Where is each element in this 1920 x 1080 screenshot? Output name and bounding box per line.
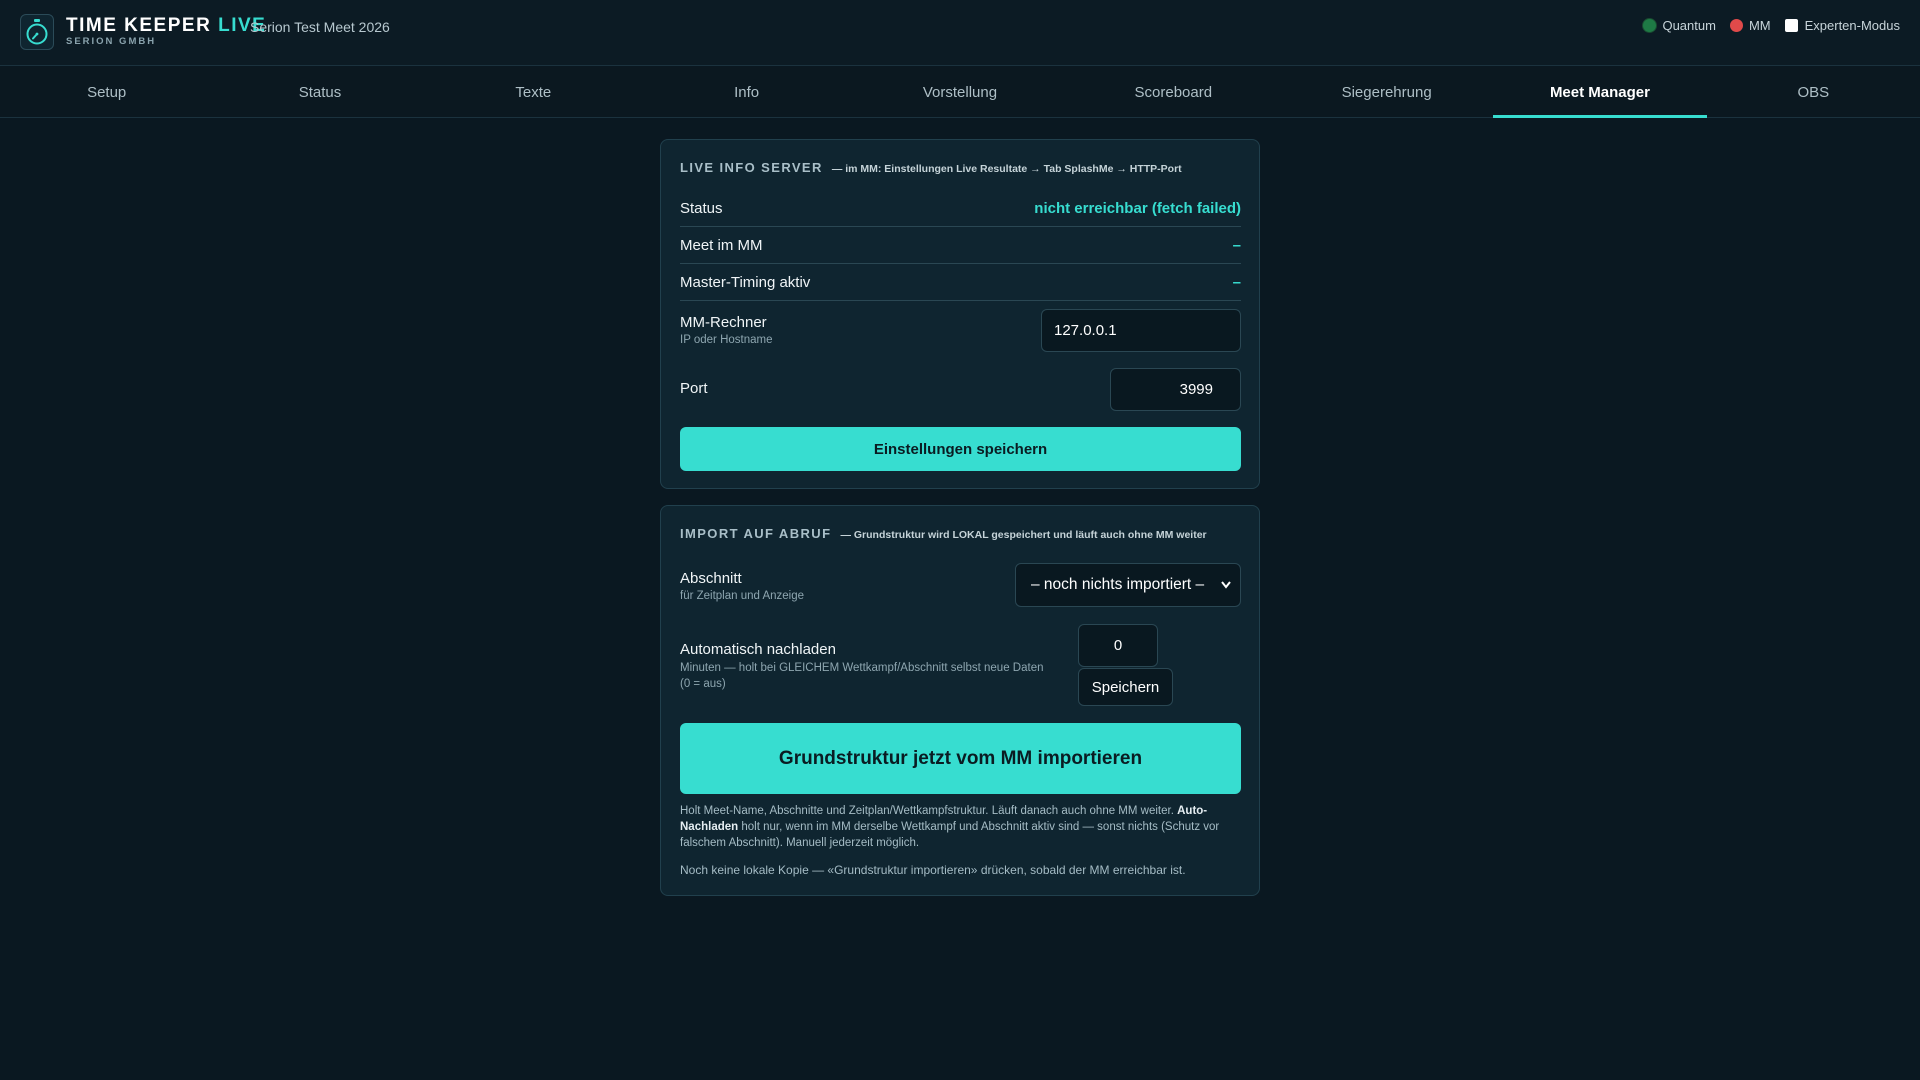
import-heading: IMPORT AUF ABRUF — [680, 526, 832, 541]
section-sublabel: für Zeitplan und Anzeige — [680, 590, 805, 602]
auto-reload-save-button[interactable]: Speichern — [1078, 668, 1173, 706]
mm-host-input[interactable] — [1041, 309, 1241, 352]
mm-host-label: MM-Rechner — [680, 314, 767, 331]
import-help-text: Holt Meet-Name, Abschnitte und Zeitplan/… — [680, 803, 1245, 851]
live-info-server-title: LIVE INFO SERVER — im MM: Einstellungen … — [680, 160, 1182, 175]
auto-reload-sublabel: Minuten — holt bei GLEICHEM Wettkampf/Ab… — [680, 662, 1044, 674]
local-copy-note: Noch keine lokale Kopie — «Grundstruktur… — [680, 863, 1186, 877]
stopwatch-logo-icon — [20, 14, 54, 50]
import-structure-button[interactable]: Grundstruktur jetzt vom MM importieren — [680, 723, 1241, 794]
indicator-mm-label: MM — [1748, 18, 1771, 33]
import-title: IMPORT AUF ABRUF — Grundstruktur wird LO… — [680, 526, 1207, 541]
save-settings-button[interactable]: Einstellungen speichern — [680, 427, 1241, 471]
brand-title: TIME KEEPER LIVE — [66, 16, 266, 36]
auto-reload-sublabel-off: (0 = aus) — [680, 678, 726, 690]
status-row: Status nicht erreichbar (fetch failed) — [680, 190, 1241, 227]
section-select[interactable]: – noch nichts importiert – — [1015, 563, 1241, 607]
expert-mode-label: Experten-Modus — [1804, 18, 1900, 33]
tab-texte[interactable]: Texte — [427, 67, 640, 117]
master-timing-value: – — [1232, 273, 1241, 291]
indicator-quantum: Quantum — [1643, 18, 1716, 33]
port-label: Port — [680, 380, 708, 397]
mm-host-sublabel: IP oder Hostname — [680, 334, 773, 346]
chevron-down-icon — [1220, 576, 1232, 599]
status-label: Status — [680, 199, 723, 217]
meet-in-mm-label: Meet im MM — [680, 236, 763, 254]
status-value: nicht erreichbar (fetch failed) — [1034, 199, 1241, 217]
auto-reload-minutes-input[interactable] — [1078, 624, 1158, 667]
master-timing-label: Master-Timing aktiv — [680, 273, 811, 291]
quantum-status-dot-icon — [1643, 19, 1657, 32]
indicator-mm: MM — [1729, 18, 1771, 33]
tab-scoreboard[interactable]: Scoreboard — [1067, 67, 1280, 117]
indicator-quantum-label: Quantum — [1662, 18, 1716, 33]
expert-mode-checkbox[interactable] — [1784, 19, 1798, 32]
app-header: TIME KEEPER LIVE SERION GMBH Serion Test… — [0, 0, 1920, 66]
auto-reload-label: Automatisch nachladen — [680, 641, 836, 658]
live-info-server-heading: LIVE INFO SERVER — [680, 160, 823, 175]
expert-mode-toggle[interactable]: Experten-Modus — [1784, 18, 1900, 33]
tab-siegerehrung[interactable]: Siegerehrung — [1280, 67, 1493, 117]
tab-meet-manager[interactable]: Meet Manager — [1493, 67, 1707, 118]
section-label: Abschnitt — [680, 570, 742, 587]
meet-in-mm-row: Meet im MM – — [680, 227, 1241, 264]
master-timing-row: Master-Timing aktiv – — [680, 264, 1241, 301]
tab-info[interactable]: Info — [640, 67, 853, 117]
port-input[interactable] — [1110, 368, 1241, 411]
live-info-server-panel: LIVE INFO SERVER — im MM: Einstellungen … — [660, 139, 1260, 489]
tab-setup[interactable]: Setup — [0, 67, 213, 117]
brand-title-main: TIME KEEPER — [66, 15, 212, 36]
main-tabs: Setup Status Texte Info Vorstellung Scor… — [0, 67, 1920, 118]
import-help-part1: Holt Meet-Name, Abschnitte und Zeitplan/… — [680, 805, 1178, 817]
meet-in-mm-value: – — [1232, 236, 1241, 254]
import-hint: — Grundstruktur wird LOKAL gespeichert u… — [840, 529, 1207, 541]
mm-status-dot-icon — [1729, 19, 1743, 32]
brand-company: SERION GMBH — [66, 36, 157, 47]
tab-status[interactable]: Status — [213, 67, 426, 117]
live-info-server-hint: — im MM: Einstellungen Live Resultate → … — [831, 163, 1182, 175]
import-panel: IMPORT AUF ABRUF — Grundstruktur wird LO… — [660, 505, 1260, 896]
tab-vorstellung[interactable]: Vorstellung — [853, 67, 1066, 117]
meet-name: Serion Test Meet 2026 — [250, 19, 390, 35]
connection-indicators: Quantum MM Experten-Modus — [1629, 18, 1900, 33]
import-help-part2: holt nur, wenn im MM derselbe Wettkampf … — [680, 821, 1220, 849]
tab-obs[interactable]: OBS — [1707, 67, 1920, 117]
brand: TIME KEEPER LIVE SERION GMBH — [66, 16, 266, 48]
section-select-value: – noch nichts importiert – — [1031, 576, 1205, 593]
